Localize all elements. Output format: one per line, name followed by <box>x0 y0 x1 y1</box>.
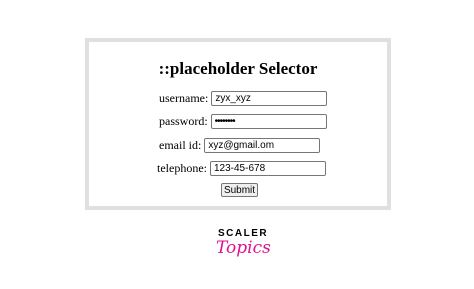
telephone-label: telephone: <box>157 160 207 175</box>
scaler-topics-logo: SCALER Topics <box>212 228 271 268</box>
email-input[interactable]: xyz@gmail.om <box>204 137 321 153</box>
logo-topics-text: Topics <box>216 238 271 258</box>
page-title: ::placeholder Selector <box>158 59 318 78</box>
email-row: email id: xyz@gmail.om <box>159 137 321 153</box>
email-label: email id: <box>159 137 202 152</box>
password-row: password: •••••••• <box>159 113 327 129</box>
submit-button[interactable]: Submit <box>221 183 258 197</box>
form-container: ::placeholder Selector username: zyx_xyz… <box>85 38 391 210</box>
telephone-row: telephone: 123-45-678 <box>157 160 326 176</box>
username-row: username: zyx_xyz <box>159 90 328 106</box>
username-label: username: <box>159 90 209 105</box>
password-input[interactable]: •••••••• <box>210 113 327 129</box>
username-input[interactable]: zyx_xyz <box>211 90 328 106</box>
password-label: password: <box>159 113 208 128</box>
telephone-input[interactable]: 123-45-678 <box>209 160 326 176</box>
